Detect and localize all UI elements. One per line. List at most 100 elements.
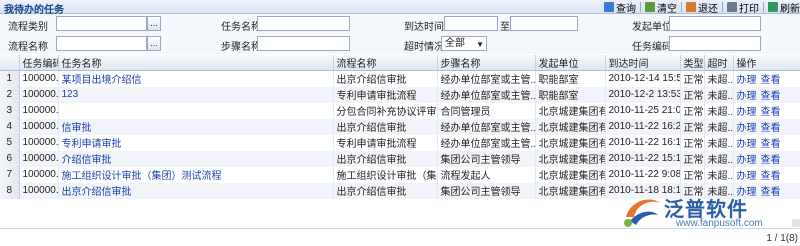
print-button[interactable]: 打印 [727,0,759,15]
arrival-time-cell: 2010-11-22 15:18... [605,150,681,167]
view-link[interactable]: 查看 [761,155,781,166]
handle-link[interactable]: 办理 [737,139,757,150]
arrival-time-cell: 2010-11-22 9:08:04 [605,166,681,183]
step-name-cell: 经办单位部室或主管... [437,118,536,135]
table-row[interactable]: 3100000... 分包合同补充协议评审合同管理员北京城建集团有限公...201… [0,102,800,119]
process-name-input[interactable] [56,36,147,51]
step-name-input[interactable] [257,36,350,51]
handle-link[interactable]: 办理 [737,123,757,134]
print-label: 打印 [739,3,759,15]
overdue-cell: 未超... [704,118,734,135]
task-name-link[interactable]: 出京介绍信审批 [58,182,334,199]
step-name-label: 步骤名称 [221,42,261,53]
column-header-step-name[interactable]: 步骤名称 [437,55,536,71]
task-code-input[interactable] [669,36,761,51]
view-link[interactable]: 查看 [761,139,781,150]
view-link[interactable]: 查看 [761,75,781,86]
clear-icon [645,2,655,12]
query-button[interactable]: 查询 [604,0,636,15]
handle-link[interactable]: 办理 [737,107,757,118]
table-row[interactable]: 1100000...某项目出境介绍信出京介绍信审批经办单位部室或主管...职能部… [0,70,800,87]
table-row[interactable]: 2100000...123专利申请审批流程经办单位部室或主管...职能部室201… [0,86,800,103]
overdue-cell: 未超... [704,150,734,167]
table-row[interactable]: 6100000...介绍信审批出京介绍信审批集团公司主管领导北京城建集团有限公.… [0,150,800,167]
process-name-picker-button[interactable]: ... [147,36,161,51]
actions-cell: 办理 查看 [733,70,800,87]
column-header-overdue[interactable]: 超时 [704,55,734,71]
column-header-task-code[interactable]: 任务编码 [19,55,59,71]
arrival-time-to-input[interactable] [510,16,578,31]
table-row[interactable]: 4100000...信审批出京介绍信审批经办单位部室或主管...北京城建集团有限… [0,118,800,135]
task-name-link[interactable]: 施工组织设计审批（集团）测试流程 [58,166,334,183]
task-name-link[interactable]: 介绍信审批 [58,150,334,167]
row-number: 1 [0,70,20,87]
task-name-link[interactable]: 信审批 [58,118,334,135]
step-name-cell: 经办单位部室或主管... [437,86,536,103]
type-cell: 正常 [680,102,705,119]
step-name-cell: 经办单位部室或主管... [437,134,536,151]
initiating-unit-cell: 北京城建集团有限公... [535,150,606,167]
overdue-cell: 未超... [704,86,734,103]
task-name-link[interactable] [58,102,334,119]
row-number: 3 [0,102,20,119]
handle-link[interactable]: 办理 [737,91,757,102]
view-link[interactable]: 查看 [761,123,781,134]
table-header-row: 任务编码 任务名称 流程名称 步骤名称 发起单位 到达时间 类型 超时 操作 [0,55,800,71]
type-cell: 正常 [680,86,705,103]
view-link[interactable]: 查看 [761,171,781,182]
overdue-select[interactable]: 全部 ▼ [441,36,487,51]
refresh-button[interactable]: 刷新 [768,0,800,15]
handle-link[interactable]: 办理 [737,155,757,166]
task-name-input[interactable] [257,16,350,31]
task-name-link[interactable]: 某项目出境介绍信 [58,70,334,87]
actions-cell: 办理 查看 [733,118,800,135]
initiating-unit-label: 发起单位 [632,22,672,33]
task-code-cell: 100000... [19,134,59,151]
initiating-unit-cell: 北京城建集团有限公... [535,118,606,135]
process-name-cell: 施工组织设计审批（集... [333,166,438,183]
process-category-input[interactable] [56,16,147,31]
handle-link[interactable]: 办理 [737,171,757,182]
chevron-down-icon: ▼ [476,40,484,49]
task-code-label: 任务编码 [632,42,672,53]
view-link[interactable]: 查看 [761,91,781,102]
column-header-process-name[interactable]: 流程名称 [333,55,438,71]
column-header-initiating-unit[interactable]: 发起单位 [535,55,606,71]
column-header-task-name[interactable]: 任务名称 [58,55,334,71]
overdue-cell: 未超... [704,70,734,87]
task-name-link[interactable]: 专利申请审批 [58,134,334,151]
table-row[interactable]: 7100000...施工组织设计审批（集团）测试流程施工组织设计审批（集...流… [0,166,800,183]
type-cell: 正常 [680,134,705,151]
process-category-picker-button[interactable]: ... [147,16,161,31]
initiating-unit-input[interactable] [669,16,761,31]
row-number: 8 [0,182,20,199]
task-name-link[interactable]: 123 [58,86,334,103]
view-link[interactable]: 查看 [761,107,781,118]
process-name-cell: 出京介绍信审批 [333,182,438,199]
clear-button[interactable]: 清空 [645,0,677,15]
arrival-time-cell: 2010-11-25 21:06... [605,102,681,119]
query-label: 查询 [616,3,636,15]
toolbar-divider [763,2,764,12]
process-name-cell: 出京介绍信审批 [333,118,438,135]
clear-label: 清空 [657,3,677,15]
actions-cell: 办理 查看 [733,102,800,119]
actions-cell: 办理 查看 [733,166,800,183]
arrival-time-from-input[interactable] [444,16,498,31]
column-header-type[interactable]: 类型 [680,55,705,71]
arrival-time-cell: 2010-12-2 13:53:55 [605,86,681,103]
actions-cell: 办理 查看 [733,86,800,103]
table-row[interactable]: 5100000...专利申请审批专利申请审批流程经办单位部室或主管...北京城建… [0,134,800,151]
process-name-cell: 专利申请审批流程 [333,86,438,103]
handle-link[interactable]: 办理 [737,75,757,86]
process-name-label: 流程名称 [8,42,48,53]
step-name-cell: 合同管理员 [437,102,536,119]
process-name-cell: 分包合同补充协议评审 [333,102,438,119]
page-info: 1 / 1(8) [766,233,798,244]
type-cell: 正常 [680,150,705,167]
column-header-arrival-time[interactable]: 到达时间 [605,55,681,71]
search-panel: 流程类别 ... 任务名称 到达时间 至 发起单位 流程名称 ... 步骤名称 … [0,14,800,54]
return-button[interactable]: 退还 [686,0,718,15]
process-category-label: 流程类别 [8,22,48,33]
task-table: 任务编码 任务名称 流程名称 步骤名称 发起单位 到达时间 类型 超时 操作 1… [0,55,800,199]
